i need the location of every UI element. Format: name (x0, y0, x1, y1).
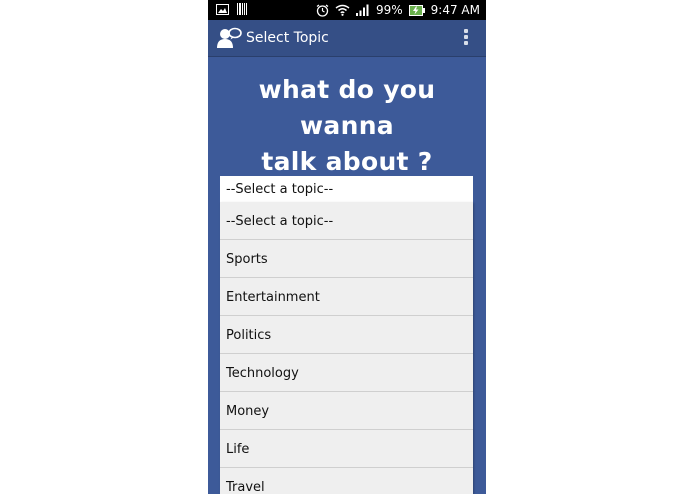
image-notification-icon (216, 3, 229, 15)
topic-dropdown-list: --Select a topic-- Sports Entertainment … (220, 202, 473, 494)
overflow-menu-icon[interactable] (462, 29, 470, 49)
battery-charging-icon (408, 4, 425, 16)
alarm-icon (316, 3, 329, 17)
dropdown-item-placeholder[interactable]: --Select a topic-- (220, 202, 473, 240)
dropdown-item-life[interactable]: Life (220, 430, 473, 468)
page-headline: what do you wanna talk about ? (208, 72, 486, 180)
dropdown-item-travel[interactable]: Travel (220, 468, 473, 494)
headline-line-2: talk about ? (261, 147, 433, 176)
action-bar: Select Topic (208, 20, 486, 56)
battery-percent: 99% (376, 3, 403, 17)
barcode-notification-icon (237, 3, 247, 15)
dropdown-item-technology[interactable]: Technology (220, 354, 473, 392)
dropdown-item-entertainment[interactable]: Entertainment (220, 278, 473, 316)
status-bar: 99% 9:47 AM (208, 0, 486, 20)
dropdown-item-sports[interactable]: Sports (220, 240, 473, 278)
action-bar-title: Select Topic (246, 30, 329, 46)
clock: 9:47 AM (430, 3, 480, 17)
wifi-icon (335, 4, 350, 16)
dropdown-item-politics[interactable]: Politics (220, 316, 473, 354)
headline-line-1: what do you wanna (258, 75, 436, 140)
spinner-selected-value: --Select a topic-- (226, 182, 334, 197)
topic-spinner[interactable]: --Select a topic-- (220, 176, 473, 203)
signal-icon (356, 4, 369, 16)
app-logo-icon[interactable] (216, 26, 242, 50)
dropdown-item-money[interactable]: Money (220, 392, 473, 430)
phone-screen: 99% 9:47 AM Select Topic what do you wan… (208, 0, 486, 494)
